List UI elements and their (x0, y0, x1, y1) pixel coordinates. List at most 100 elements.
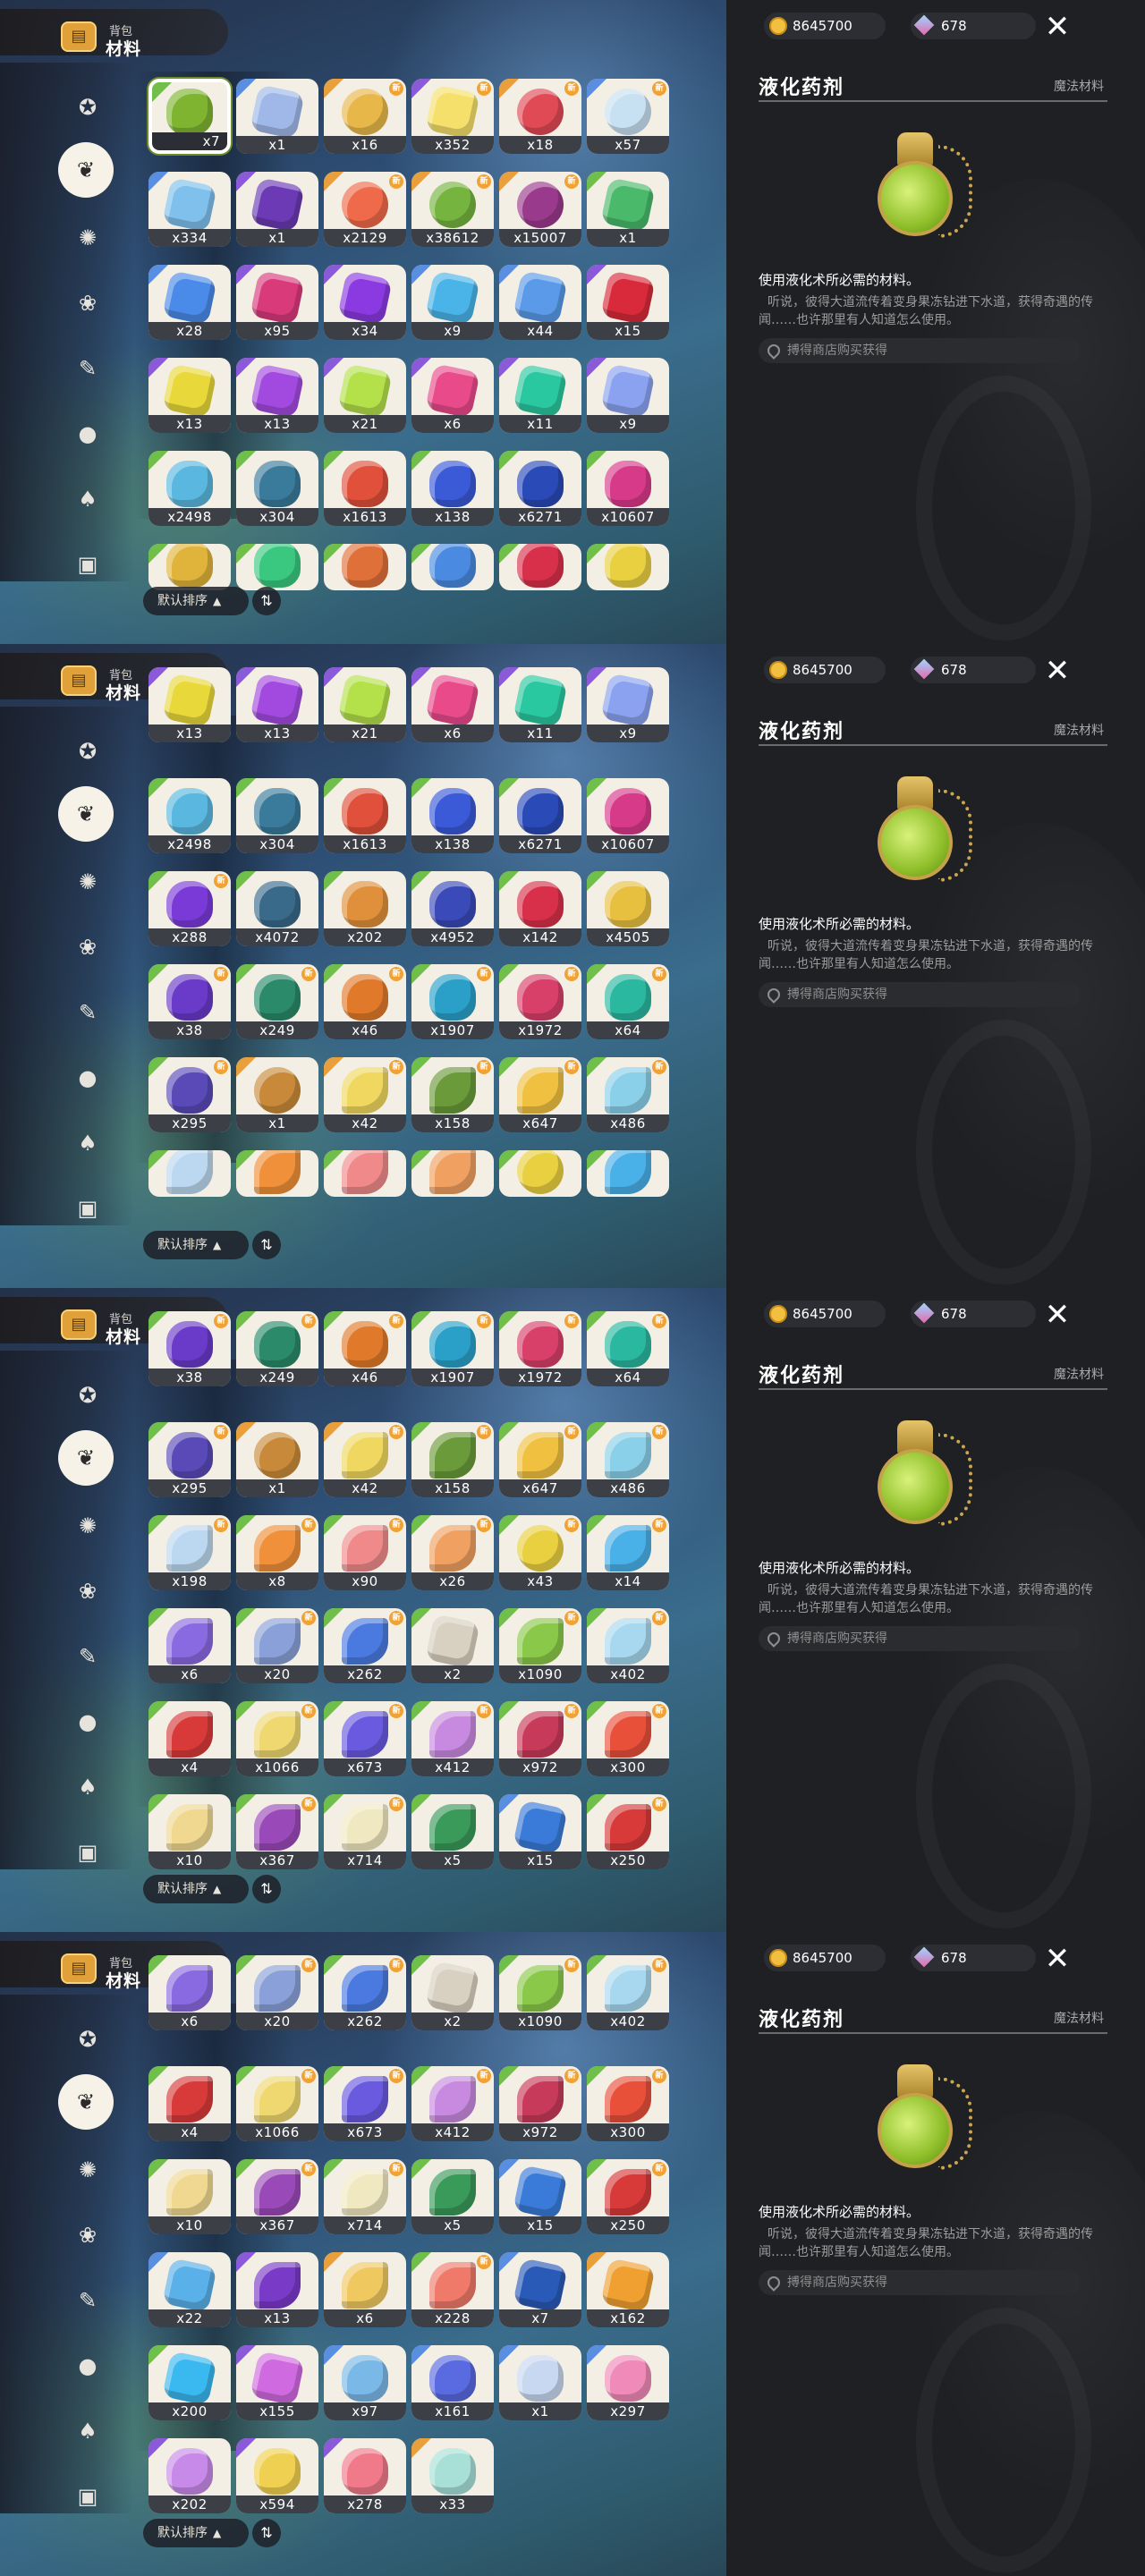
sidebar-item-acorn[interactable]: ♠ (59, 1758, 116, 1816)
item-slot[interactable]: x200 (148, 2345, 231, 2420)
sidebar-item-sprout[interactable]: ❀ (59, 1563, 116, 1620)
item-slot[interactable]: x2 (411, 1955, 494, 2030)
item-slot[interactable]: 新 x1066 (236, 1701, 318, 1776)
sort-order-icon[interactable]: ⇅ (252, 1875, 281, 1903)
item-slot[interactable] (411, 1150, 494, 1197)
item-slot[interactable]: x6 (411, 667, 494, 742)
sidebar-item-leaf[interactable]: ❦ (58, 786, 114, 842)
sidebar-item-acorn[interactable]: ♠ (59, 470, 116, 528)
item-slot[interactable]: x97 (324, 2345, 406, 2420)
item-slot[interactable] (324, 1150, 406, 1197)
item-slot[interactable]: x2498 (148, 778, 231, 853)
item-slot[interactable]: 新 x1972 (499, 1311, 581, 1386)
sidebar-item-chest[interactable]: ▣ (59, 1180, 116, 1237)
item-slot[interactable]: x138 (411, 451, 494, 526)
sidebar-item-chest[interactable]: ▣ (59, 536, 116, 593)
item-slot[interactable]: x138 (411, 778, 494, 853)
item-slot[interactable]: x28 (148, 265, 231, 340)
item-slot[interactable]: 新 x295 (148, 1057, 231, 1132)
close-icon[interactable]: ✕ (1041, 1943, 1073, 1975)
item-slot[interactable]: x162 (587, 2252, 669, 2327)
item-slot[interactable]: 新 x90 (324, 1515, 406, 1590)
item-slot[interactable]: 新 x288 (148, 871, 231, 946)
sidebar-item-star-badge[interactable]: ✪ (59, 79, 116, 136)
item-slot[interactable]: 新 x64 (587, 1311, 669, 1386)
sidebar-item-ball[interactable]: ● (59, 2337, 116, 2394)
item-slot[interactable]: 新 x262 (324, 1955, 406, 2030)
item-slot[interactable]: 新 x14 (587, 1515, 669, 1590)
item-slot[interactable]: 新 x46 (324, 964, 406, 1039)
sidebar-item-leaf[interactable]: ❦ (58, 2074, 114, 2130)
item-slot[interactable]: x15 (587, 265, 669, 340)
sidebar-item-sprout[interactable]: ❀ (59, 919, 116, 976)
item-slot[interactable]: 新 x64 (587, 964, 669, 1039)
item-slot[interactable] (324, 544, 406, 590)
item-slot[interactable]: x1 (499, 2345, 581, 2420)
sort-order-icon[interactable]: ⇅ (252, 587, 281, 615)
sidebar-item-chest[interactable]: ▣ (59, 2468, 116, 2525)
item-slot[interactable]: 新 x250 (587, 1794, 669, 1869)
item-slot[interactable]: x2 (411, 1608, 494, 1683)
item-slot[interactable]: 新 x295 (148, 1422, 231, 1497)
item-slot[interactable]: 新 x412 (411, 2066, 494, 2141)
item-slot[interactable]: 新 x43 (499, 1515, 581, 1590)
item-slot[interactable]: x1613 (324, 778, 406, 853)
item-slot[interactable]: x21 (324, 358, 406, 433)
item-slot[interactable]: x297 (587, 2345, 669, 2420)
item-slot[interactable]: 新 x402 (587, 1955, 669, 2030)
item-slot[interactable]: 新 x18 (499, 79, 581, 154)
item-slot[interactable]: x13 (236, 667, 318, 742)
item-slot[interactable]: x10607 (587, 778, 669, 853)
sidebar-item-ball[interactable]: ● (59, 1693, 116, 1750)
item-slot[interactable]: x4952 (411, 871, 494, 946)
item-slot[interactable]: x6 (324, 2252, 406, 2327)
item-slot[interactable]: x13 (236, 358, 318, 433)
item-source[interactable]: 搏得商店购买获得 (759, 1626, 1081, 1651)
item-slot[interactable]: x21 (324, 667, 406, 742)
item-slot[interactable] (499, 544, 581, 590)
item-slot[interactable] (148, 1150, 231, 1197)
item-slot[interactable]: x1 (236, 1422, 318, 1497)
item-slot[interactable]: 新 x972 (499, 2066, 581, 2141)
item-slot[interactable]: 新 x1090 (499, 1955, 581, 2030)
item-slot[interactable]: x13 (236, 2252, 318, 2327)
item-slot[interactable]: 新 x972 (499, 1701, 581, 1776)
sidebar-item-scroll[interactable]: ✎ (59, 984, 116, 1041)
item-slot[interactable]: 新 x367 (236, 1794, 318, 1869)
sidebar-item-ball[interactable]: ● (59, 1049, 116, 1106)
item-slot[interactable]: x4 (148, 1701, 231, 1776)
item-slot[interactable]: x202 (148, 2438, 231, 2513)
item-slot[interactable]: x22 (148, 2252, 231, 2327)
item-slot[interactable]: x6 (411, 358, 494, 433)
item-slot[interactable] (499, 1150, 581, 1197)
sidebar-item-gear-sun[interactable]: ✺ (59, 853, 116, 911)
item-slot[interactable] (587, 544, 669, 590)
item-source[interactable]: 搏得商店购买获得 (759, 982, 1081, 1007)
item-slot[interactable]: 新 x26 (411, 1515, 494, 1590)
item-slot[interactable]: 新 x15007 (499, 172, 581, 247)
sidebar-item-leaf[interactable]: ❦ (58, 1430, 114, 1486)
item-slot[interactable]: x594 (236, 2438, 318, 2513)
item-slot[interactable]: 新 x57 (587, 79, 669, 154)
item-slot[interactable]: x304 (236, 451, 318, 526)
item-slot[interactable]: x155 (236, 2345, 318, 2420)
item-slot[interactable]: 新 x647 (499, 1422, 581, 1497)
sidebar-item-acorn[interactable]: ♠ (59, 2402, 116, 2460)
item-slot[interactable]: x7 (148, 79, 231, 154)
sidebar-item-gear-sun[interactable]: ✺ (59, 209, 116, 267)
item-slot[interactable]: 新 x249 (236, 1311, 318, 1386)
sidebar-item-star-badge[interactable]: ✪ (59, 1367, 116, 1424)
item-slot[interactable]: 新 x714 (324, 1794, 406, 1869)
item-slot[interactable]: 新 x1972 (499, 964, 581, 1039)
sort-dropdown[interactable]: 默认排序 ▲ (143, 1231, 249, 1259)
close-icon[interactable]: ✕ (1041, 655, 1073, 687)
bag-category-tab[interactable]: ▤ 背包 材料 (0, 9, 228, 59)
item-slot[interactable]: x6271 (499, 778, 581, 853)
item-slot[interactable]: 新 x673 (324, 2066, 406, 2141)
item-slot[interactable]: x278 (324, 2438, 406, 2513)
item-slot[interactable]: x5 (411, 2159, 494, 2234)
item-slot[interactable]: 新 x1066 (236, 2066, 318, 2141)
item-slot[interactable]: x10607 (587, 451, 669, 526)
item-slot[interactable]: x9 (587, 358, 669, 433)
item-slot[interactable]: x6 (148, 1608, 231, 1683)
